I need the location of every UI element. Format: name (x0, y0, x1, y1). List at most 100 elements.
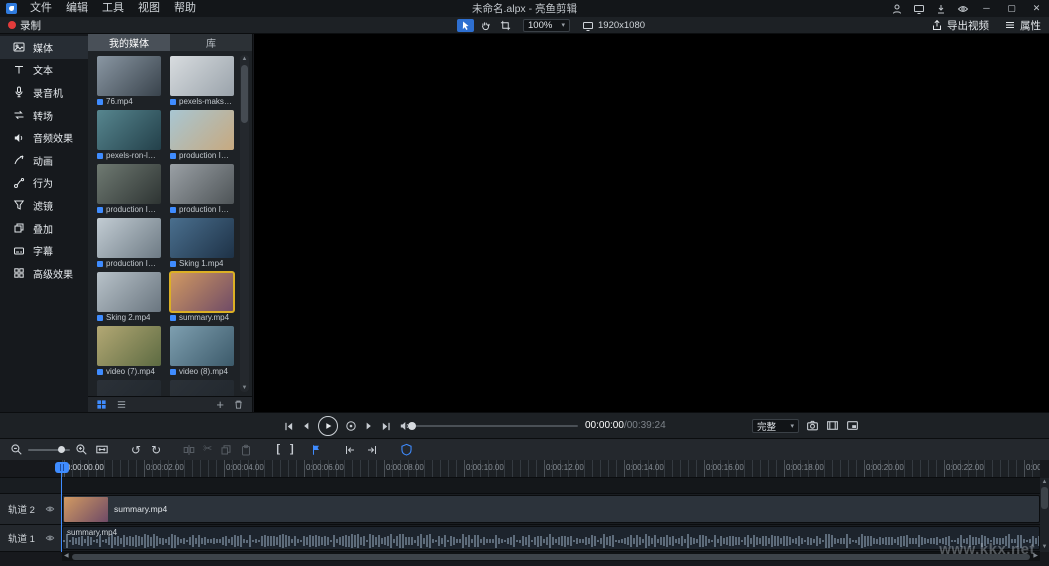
snapshot-icon[interactable] (806, 419, 819, 432)
zoom-out-icon[interactable] (10, 443, 23, 456)
paste-icon[interactable] (240, 444, 252, 456)
media-thumbnail[interactable] (170, 218, 234, 258)
media-thumbnail[interactable] (170, 326, 234, 366)
timeline-vertical-scrollbar[interactable]: ▲ ▼ (1040, 478, 1049, 552)
media-thumbnail[interactable] (170, 164, 234, 204)
media-thumbnail[interactable] (97, 380, 161, 396)
media-item[interactable]: production ID_... (170, 164, 234, 215)
pan-tool-button[interactable] (477, 19, 494, 32)
media-thumbnail[interactable] (170, 380, 234, 396)
menu-view[interactable]: 视图 (131, 0, 167, 17)
media-item[interactable]: pexels-ron-lach... (97, 110, 161, 161)
undo-button[interactable]: ↺ (131, 444, 141, 456)
media-thumbnail[interactable] (97, 326, 161, 366)
sidebar-item-text[interactable]: 文本 (0, 59, 88, 82)
seek-slider[interactable] (406, 425, 578, 427)
minimize-button[interactable]: ─ (974, 0, 999, 17)
sidebar-item-transitions[interactable]: 转场 (0, 104, 88, 127)
timeline-zoom-slider[interactable] (28, 449, 70, 451)
menu-edit[interactable]: 编辑 (59, 0, 95, 17)
stop-button[interactable] (345, 420, 357, 432)
crop-tool-button[interactable] (497, 19, 514, 32)
horizontal-scrollbar-thumb[interactable] (72, 554, 1030, 560)
media-item[interactable]: video (7).mp4 (97, 326, 161, 377)
next-marker-icon[interactable] (366, 444, 378, 456)
device-icon[interactable] (913, 3, 925, 15)
zoom-in-icon[interactable] (75, 443, 88, 456)
previous-marker-icon[interactable] (344, 444, 356, 456)
playhead-handle[interactable] (55, 462, 69, 473)
copy-icon[interactable] (220, 444, 232, 456)
tab-my-media[interactable]: 我的媒体 (88, 34, 170, 51)
select-tool-button[interactable] (457, 19, 474, 32)
list-view-button[interactable] (116, 399, 127, 410)
next-frame-button[interactable] (364, 421, 374, 431)
media-item-selected[interactable]: summary.mp4 (170, 272, 234, 323)
redo-button[interactable]: ↻ (151, 444, 161, 456)
detach-window-icon[interactable] (846, 419, 859, 432)
media-item[interactable] (170, 380, 234, 396)
media-thumbnail[interactable] (170, 272, 234, 312)
add-marker-icon[interactable] (310, 444, 322, 456)
mark-in-icon[interactable]: [ (276, 444, 280, 455)
film-icon[interactable] (826, 419, 839, 432)
scroll-left-icon[interactable]: ◀ (64, 552, 69, 561)
properties-button[interactable]: 属性 (1004, 18, 1041, 33)
menu-tools[interactable]: 工具 (95, 0, 131, 17)
seek-slider-handle[interactable] (408, 422, 416, 430)
media-item[interactable]: Sking 1.mp4 (170, 218, 234, 269)
export-video-button[interactable]: 导出视频 (931, 18, 989, 33)
track-1-lane[interactable]: summary.mp4 (62, 525, 1040, 552)
media-thumbnail[interactable] (97, 272, 161, 312)
media-thumbnail[interactable] (97, 110, 161, 150)
track-2-lane[interactable]: summary.mp4 (62, 494, 1040, 525)
media-item[interactable]: Sking 2.mp4 (97, 272, 161, 323)
media-thumbnail[interactable] (97, 218, 161, 258)
sidebar-item-audio-effects[interactable]: 音频效果 (0, 126, 88, 149)
sidebar-item-overlays[interactable]: 叠加 (0, 217, 88, 240)
timeline-ruler[interactable]: 0:00:00.000:00:02.000:00:04.000:00:06.00… (62, 460, 1040, 478)
media-item[interactable] (97, 380, 161, 396)
sidebar-item-animation[interactable]: 动画 (0, 149, 88, 172)
media-item[interactable]: production ID_... (97, 164, 161, 215)
cut-icon[interactable]: ✂ (203, 444, 212, 455)
preview-canvas[interactable] (254, 34, 1049, 412)
vertical-scrollbar-thumb[interactable] (1041, 487, 1048, 509)
fit-timeline-icon[interactable] (95, 443, 109, 456)
media-item[interactable]: 76.mp4 (97, 56, 161, 107)
sidebar-item-captions[interactable]: 字幕 (0, 239, 88, 262)
tab-library[interactable]: 库 (170, 34, 252, 51)
sidebar-item-behaviors[interactable]: 行为 (0, 172, 88, 195)
track-2-header[interactable]: 轨道 2 (0, 494, 62, 525)
audio-clip[interactable]: summary.mp4 (62, 526, 1040, 550)
split-icon[interactable] (183, 444, 195, 456)
scroll-up-icon[interactable]: ▲ (240, 55, 249, 63)
media-thumbnail[interactable] (97, 56, 161, 96)
sidebar-item-advanced-effects[interactable]: 高级效果 (0, 262, 88, 285)
close-button[interactable]: ✕ (1024, 0, 1049, 17)
media-item[interactable]: production ID_... (97, 218, 161, 269)
previous-frame-button[interactable] (301, 421, 311, 431)
sidebar-item-recorder[interactable]: 录音机 (0, 81, 88, 104)
jump-to-start-button[interactable] (283, 421, 294, 432)
zoom-level-select[interactable]: 100%▾ (523, 19, 570, 32)
play-button[interactable] (318, 416, 338, 436)
media-item[interactable]: video (8).mp4 (170, 326, 234, 377)
media-thumbnail[interactable] (97, 164, 161, 204)
scroll-down-icon[interactable]: ▼ (1042, 543, 1048, 552)
sidebar-item-media[interactable]: 媒体 (0, 36, 88, 59)
delete-media-button[interactable] (233, 399, 244, 410)
media-item[interactable]: pexels-maksim-... (170, 56, 234, 107)
mark-out-icon[interactable]: ] (290, 444, 294, 455)
download-icon[interactable] (935, 3, 947, 15)
media-thumbnail[interactable] (170, 110, 234, 150)
account-icon[interactable] (891, 3, 903, 15)
scroll-up-icon[interactable]: ▲ (1042, 478, 1048, 487)
quiz-shield-icon[interactable] (400, 443, 413, 456)
eye-icon[interactable] (957, 3, 969, 15)
menu-help[interactable]: 帮助 (167, 0, 203, 17)
record-button[interactable]: 录制 (8, 17, 41, 33)
timeline-horizontal-scrollbar[interactable]: ◀ ▶ (62, 552, 1040, 561)
jump-to-end-button[interactable] (381, 421, 392, 432)
media-thumbnail[interactable] (170, 56, 234, 96)
